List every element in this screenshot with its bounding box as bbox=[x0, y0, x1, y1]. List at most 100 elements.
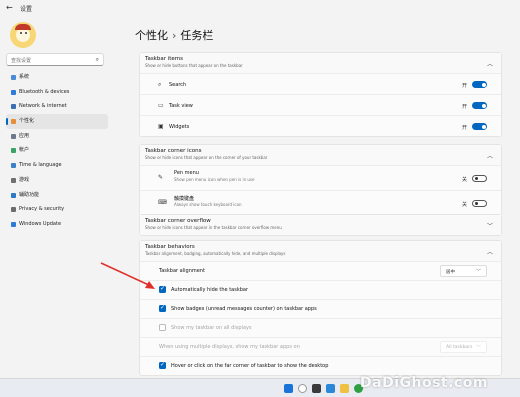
corner-icons-header[interactable]: Taskbar corner icons Show or hide icons … bbox=[140, 145, 501, 165]
multi-display-row: When using multiple displays, show my ta… bbox=[140, 337, 501, 356]
chevron-down-icon[interactable]: ﹀ bbox=[487, 221, 493, 230]
search-input[interactable]: 查找设置 ⌕ bbox=[6, 53, 104, 66]
toggle-state: 关 bbox=[461, 202, 467, 208]
sidebar-item[interactable]: 辅助功能 bbox=[6, 188, 108, 203]
sidebar-item[interactable]: Time & language bbox=[6, 158, 108, 173]
all-displays-checkbox[interactable] bbox=[159, 324, 166, 331]
search-placeholder: 查找设置 bbox=[11, 58, 32, 64]
system-icon bbox=[11, 75, 16, 80]
sidebar-item[interactable]: Privacy & security bbox=[6, 202, 108, 217]
section-subtitle: Show or hide icons that appear in the ta… bbox=[145, 225, 282, 230]
setting-row: ▣ Widgets 开 bbox=[140, 115, 501, 136]
sidebar-item-label: 系统 bbox=[19, 74, 30, 80]
badges-label: Show badges (unread messages counter) on… bbox=[171, 306, 317, 312]
corner-icons-section: Taskbar corner icons Show or hide icons … bbox=[139, 144, 502, 216]
sidebar-item-label: 应用 bbox=[19, 132, 30, 139]
badges-checkbox[interactable] bbox=[159, 304, 166, 312]
sidebar-item-label: Windows Update bbox=[19, 220, 62, 227]
task-view-icon: ▭ bbox=[158, 102, 164, 109]
taskbar-behaviors-header[interactable]: Taskbar behaviors Taskbar alignment, bad… bbox=[140, 241, 501, 261]
bluetooth-icon bbox=[11, 89, 16, 95]
sidebar-item-label: Time & language bbox=[19, 162, 62, 169]
setting-row: ▭ Task view 开 bbox=[140, 94, 501, 115]
task-view-icon[interactable] bbox=[312, 384, 321, 393]
setting-row: ✎ Pen menu Show pen menu icon when pen is … bbox=[140, 165, 501, 190]
auto-hide-row[interactable]: Automatically hide the taskbar bbox=[140, 280, 501, 299]
sidebar-item[interactable]: 系统 bbox=[6, 70, 108, 85]
chevron-down-icon: ﹀ bbox=[475, 345, 481, 351]
sidebar-item[interactable]: 个性化 bbox=[6, 114, 108, 129]
setting-row: ⌨ 触摸键盘 Always show touch keyboard icon 关 bbox=[140, 190, 501, 215]
toggle-switch[interactable] bbox=[472, 200, 487, 207]
sidebar-item[interactable]: 应用 bbox=[6, 129, 108, 144]
all-displays-row[interactable]: Show my taskbar on all displays bbox=[140, 318, 501, 337]
sidebar-item-label: 游戏 bbox=[19, 176, 30, 183]
all-displays-label: Show my taskbar on all displays bbox=[171, 325, 252, 331]
update-icon bbox=[11, 221, 16, 227]
setting-description: Always show touch keyboard icon bbox=[174, 202, 242, 207]
setting-description: Show pen menu icon when pen is in use bbox=[174, 177, 255, 182]
toggle-switch[interactable] bbox=[472, 123, 487, 130]
sidebar-item[interactable]: Bluetooth & devices bbox=[6, 85, 108, 100]
hover-corner-checkbox[interactable] bbox=[159, 361, 166, 369]
sidebar-item[interactable]: 帐户 bbox=[6, 143, 108, 158]
shield-icon bbox=[11, 207, 16, 213]
setting-label: Widgets bbox=[169, 124, 190, 130]
setting-label: 触摸键盘 bbox=[174, 196, 195, 202]
gaming-icon bbox=[11, 177, 16, 183]
corner-overflow-section: Taskbar corner overflow Show or hide ico… bbox=[139, 214, 502, 236]
sidebar-item-label: 辅助功能 bbox=[19, 191, 40, 198]
search-icon: ⌕ bbox=[95, 56, 99, 63]
sidebar-item-label: 帐户 bbox=[19, 147, 30, 154]
corner-overflow-header[interactable]: Taskbar corner overflow Show or hide ico… bbox=[140, 215, 501, 235]
sidebar: 查找设置 ⌕ 系统 Bluetooth & devices Network & in… bbox=[0, 18, 112, 378]
toggle-state: 关 bbox=[461, 177, 467, 183]
multi-display-dropdown[interactable]: All taskbars ﹀ bbox=[440, 341, 487, 353]
breadcrumb-separator: › bbox=[172, 29, 177, 42]
keyboard-icon: ⌨ bbox=[158, 199, 167, 206]
multi-display-value: All taskbars bbox=[446, 345, 473, 350]
sidebar-item-label: Bluetooth & devices bbox=[19, 88, 70, 95]
section-subtitle: Show or hide buttons that appear on the … bbox=[145, 63, 243, 68]
section-title: Taskbar corner overflow bbox=[145, 218, 211, 224]
sidebar-item[interactable]: 游戏 bbox=[6, 173, 108, 188]
taskbar-behaviors-section: Taskbar behaviors Taskbar alignment, bad… bbox=[139, 240, 502, 376]
sidebar-item-label: Network & internet bbox=[19, 103, 67, 110]
back-arrow-icon[interactable]: ← bbox=[6, 3, 13, 12]
section-subtitle: Taskbar alignment, badging, automaticall… bbox=[145, 251, 286, 256]
file-explorer-icon[interactable] bbox=[340, 384, 349, 393]
setting-label: Search bbox=[169, 82, 187, 88]
hover-corner-label: Hover or click on the far corner of task… bbox=[171, 363, 329, 369]
clock-icon bbox=[11, 163, 16, 169]
sidebar-item-label: 个性化 bbox=[19, 118, 35, 125]
toggle-switch[interactable] bbox=[472, 81, 487, 88]
auto-hide-checkbox[interactable] bbox=[159, 285, 166, 293]
toggle-switch[interactable] bbox=[472, 175, 487, 182]
search-icon[interactable] bbox=[298, 384, 307, 393]
sidebar-item[interactable]: Network & internet bbox=[6, 99, 108, 114]
alignment-value: 居中 bbox=[446, 270, 455, 275]
page-title: 任务栏 bbox=[180, 29, 214, 42]
breadcrumb-parent[interactable]: 个性化 bbox=[135, 29, 168, 42]
chevron-up-icon[interactable]: ︿ bbox=[487, 151, 493, 160]
alignment-dropdown[interactable]: 居中 ﹀ bbox=[440, 265, 487, 277]
chevron-down-icon: ﹀ bbox=[475, 269, 481, 275]
taskbar-items-header[interactable]: Taskbar items Show or hide buttons that … bbox=[140, 53, 501, 73]
title-bar: ← 设置 bbox=[0, 0, 520, 18]
chevron-up-icon[interactable]: ︿ bbox=[487, 247, 493, 256]
app-title: 设置 bbox=[20, 6, 33, 13]
toggle-state: 开 bbox=[461, 104, 467, 110]
start-icon[interactable] bbox=[284, 384, 293, 393]
sidebar-item[interactable]: Windows Update bbox=[6, 217, 108, 232]
pen-icon: ✎ bbox=[158, 174, 164, 181]
section-subtitle: Show or hide icons that appear on the co… bbox=[145, 155, 268, 160]
hover-corner-row[interactable]: Hover or click on the far corner of task… bbox=[140, 356, 501, 375]
badges-row[interactable]: Show badges (unread messages counter) on… bbox=[140, 299, 501, 318]
multi-display-label: When using multiple displays, show my ta… bbox=[159, 344, 300, 350]
chevron-up-icon[interactable]: ︿ bbox=[487, 59, 493, 68]
widgets-icon[interactable] bbox=[326, 384, 335, 393]
toggle-switch[interactable] bbox=[472, 102, 487, 109]
nav-list: 系统 Bluetooth & devices Network & internet 个… bbox=[6, 70, 108, 232]
avatar[interactable] bbox=[10, 22, 36, 48]
setting-label: Task view bbox=[169, 103, 193, 109]
